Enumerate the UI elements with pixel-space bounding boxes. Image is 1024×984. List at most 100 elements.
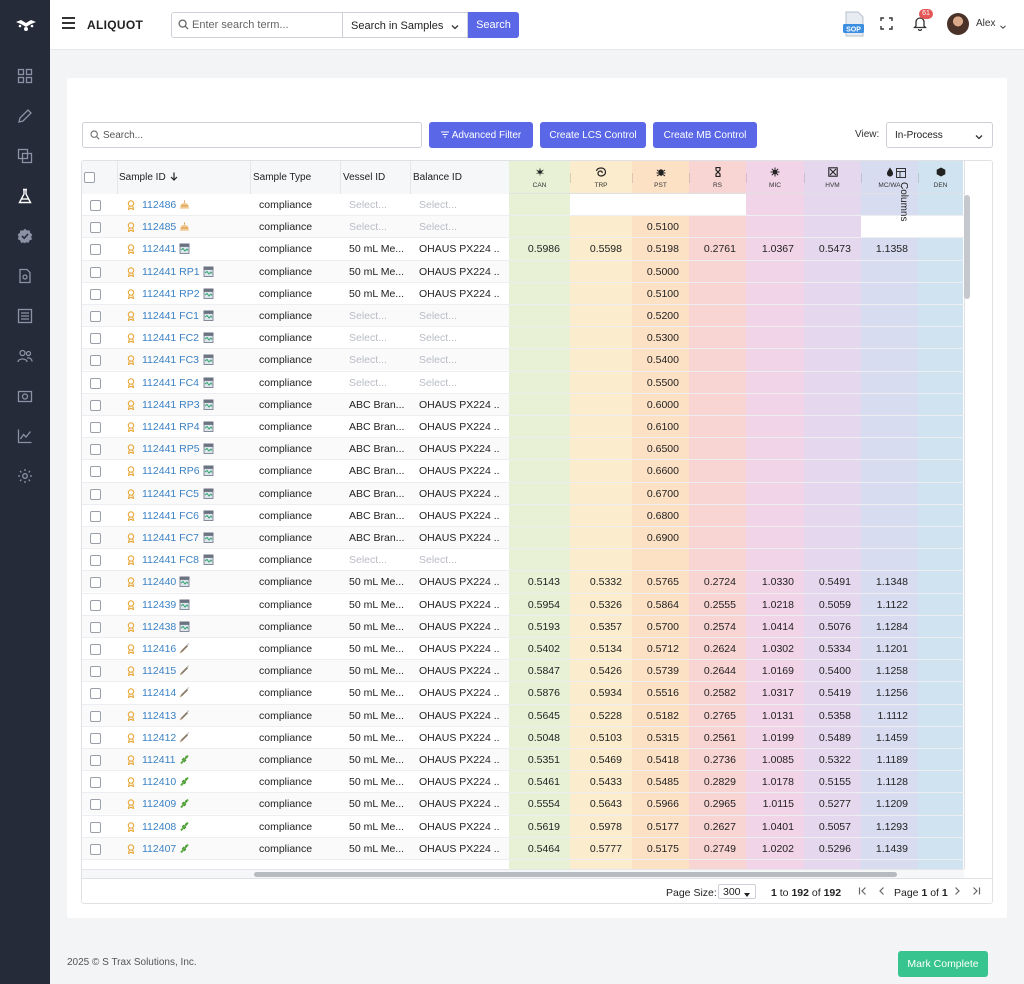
- result-value[interactable]: 0.5516: [632, 687, 679, 699]
- result-value[interactable]: 1.0199: [746, 732, 794, 744]
- vessel-id[interactable]: ABC Bran...: [349, 421, 417, 433]
- column-header-sample-id[interactable]: Sample ID: [119, 172, 178, 183]
- vessel-id[interactable]: 50 mL Me...: [349, 576, 417, 588]
- column-header-mc-wa[interactable]: MC/WA: [861, 161, 918, 194]
- result-value[interactable]: 1.1258: [861, 665, 908, 677]
- result-value[interactable]: 1.0218: [746, 599, 794, 611]
- column-header-hvm[interactable]: HVM: [804, 161, 861, 194]
- vessel-id[interactable]: 50 mL Me...: [349, 621, 417, 633]
- result-value[interactable]: 0.5433: [570, 776, 622, 788]
- result-value[interactable]: 0.6500: [632, 443, 679, 455]
- view-select[interactable]: In-Process: [886, 122, 993, 148]
- result-value[interactable]: 1.1358: [861, 243, 908, 255]
- result-value[interactable]: 0.2574: [689, 621, 736, 633]
- result-value[interactable]: 0.5351: [509, 754, 560, 766]
- column-header-mic[interactable]: MIC: [746, 161, 804, 194]
- result-value[interactable]: 0.5402: [509, 643, 560, 655]
- row-checkbox[interactable]: [90, 510, 101, 522]
- pencil-icon[interactable]: [17, 108, 33, 124]
- vessel-id-select[interactable]: Select...: [349, 199, 417, 211]
- table-row[interactable]: 112441 FC6 compliance ABC Bran... OHAUS PX2…: [82, 505, 964, 527]
- sample-id-link[interactable]: 112407: [142, 843, 176, 855]
- result-value[interactable]: 0.5847: [509, 665, 560, 677]
- result-value[interactable]: 0.6900: [632, 532, 679, 544]
- result-value[interactable]: 0.5464: [509, 843, 560, 855]
- result-value[interactable]: 1.0178: [746, 776, 794, 788]
- search-button[interactable]: Search: [468, 12, 519, 38]
- table-row[interactable]: 112414 compliance 50 mL Me... OHAUS PX224 .…: [82, 682, 964, 705]
- result-value[interactable]: 1.0302: [746, 643, 794, 655]
- result-value[interactable]: 0.5334: [804, 643, 851, 655]
- result-value[interactable]: 0.2627: [689, 821, 736, 833]
- result-value[interactable]: 0.2765: [689, 710, 736, 722]
- sample-id-link[interactable]: 112438: [142, 621, 176, 633]
- sort-down-icon[interactable]: [170, 172, 178, 181]
- row-checkbox[interactable]: [90, 422, 101, 433]
- result-value[interactable]: 0.5469: [570, 754, 622, 766]
- table-row[interactable]: 112441 FC4 compliance Select... Select... 0.…: [82, 372, 964, 394]
- list-icon[interactable]: [17, 308, 33, 324]
- vessel-id[interactable]: 50 mL Me...: [349, 665, 417, 677]
- vessel-id[interactable]: 50 mL Me...: [349, 643, 417, 655]
- sample-id-link[interactable]: 112441 FC7: [142, 532, 199, 544]
- balance-id[interactable]: OHAUS PX224 ...: [419, 798, 499, 810]
- vessel-id[interactable]: 50 mL Me...: [349, 843, 417, 855]
- table-row[interactable]: 112412 compliance 50 mL Me... OHAUS PX224 .…: [82, 727, 964, 749]
- vessel-id[interactable]: 50 mL Me...: [349, 599, 417, 611]
- result-value[interactable]: 1.1439: [861, 843, 908, 855]
- table-row[interactable]: 112415 compliance 50 mL Me... OHAUS PX224 .…: [82, 660, 964, 683]
- result-value[interactable]: 0.5193: [509, 621, 560, 633]
- sample-id-link[interactable]: 112485: [142, 221, 176, 233]
- result-value[interactable]: 0.5277: [804, 798, 851, 810]
- vessel-id[interactable]: 50 mL Me...: [349, 243, 417, 255]
- result-value[interactable]: 0.5598: [570, 243, 622, 255]
- result-value[interactable]: 0.5954: [509, 599, 560, 611]
- result-value[interactable]: 0.2724: [689, 576, 736, 588]
- previous-page-icon[interactable]: [877, 886, 887, 896]
- vessel-id-select[interactable]: Select...: [349, 332, 417, 344]
- column-header-trp[interactable]: TRP: [570, 161, 632, 194]
- table-row[interactable]: 112441 FC8 compliance Select... Select...: [82, 549, 964, 572]
- row-checkbox[interactable]: [90, 444, 101, 456]
- sample-id-link[interactable]: 112441 FC5: [142, 488, 199, 500]
- result-value[interactable]: 1.1128: [861, 776, 908, 788]
- sample-id-link[interactable]: 112410: [142, 776, 176, 788]
- table-row[interactable]: 112441 FC5 compliance ABC Bran... OHAUS PX2…: [82, 482, 964, 505]
- result-value[interactable]: 0.5228: [570, 710, 622, 722]
- sop-document-icon[interactable]: SOP: [843, 11, 865, 37]
- result-value[interactable]: 0.5777: [570, 843, 622, 855]
- users-icon[interactable]: [17, 348, 33, 364]
- result-value[interactable]: 0.5198: [632, 243, 679, 255]
- result-value[interactable]: 0.2736: [689, 754, 736, 766]
- result-value[interactable]: 1.1459: [861, 732, 908, 744]
- document-icon[interactable]: [17, 268, 33, 284]
- table-row[interactable]: 112413 compliance 50 mL Me... OHAUS PX224 .…: [82, 704, 964, 727]
- result-value[interactable]: 0.5103: [570, 732, 622, 744]
- table-row[interactable]: 112438 compliance 50 mL Me... OHAUS PX224 .…: [82, 615, 964, 638]
- result-value[interactable]: 0.5100: [632, 221, 679, 233]
- chevron-down-icon[interactable]: [1000, 21, 1006, 29]
- result-value[interactable]: 0.2749: [689, 843, 736, 855]
- vessel-id[interactable]: 50 mL Me...: [349, 798, 417, 810]
- flask-icon[interactable]: [17, 188, 33, 204]
- result-value[interactable]: 1.0401: [746, 821, 794, 833]
- balance-id-select[interactable]: Select...: [419, 310, 499, 322]
- row-checkbox[interactable]: [90, 533, 101, 544]
- result-value[interactable]: 0.2624: [689, 643, 736, 655]
- sample-id-link[interactable]: 112416: [142, 643, 176, 655]
- balance-id[interactable]: OHAUS PX224 ...: [419, 599, 499, 611]
- balance-id[interactable]: OHAUS PX224 ...: [419, 754, 499, 766]
- vessel-id-select[interactable]: Select...: [349, 310, 417, 322]
- menu-icon[interactable]: [62, 17, 75, 30]
- row-checkbox[interactable]: [90, 843, 101, 855]
- result-value[interactable]: 0.5554: [509, 798, 560, 810]
- row-checkbox[interactable]: [90, 377, 101, 389]
- balance-id[interactable]: OHAUS PX224 ...: [419, 465, 499, 477]
- table-row[interactable]: 112441 FC7 compliance ABC Bran... OHAUS PX2…: [82, 527, 964, 550]
- result-value[interactable]: 0.5057: [804, 821, 851, 833]
- result-value[interactable]: 0.5000: [632, 266, 679, 278]
- balance-id[interactable]: OHAUS PX224 ...: [419, 643, 499, 655]
- result-value[interactable]: 0.5326: [570, 599, 622, 611]
- create-mb-control-button[interactable]: Create MB Control: [653, 122, 757, 148]
- sample-id-link[interactable]: 112414: [142, 687, 176, 699]
